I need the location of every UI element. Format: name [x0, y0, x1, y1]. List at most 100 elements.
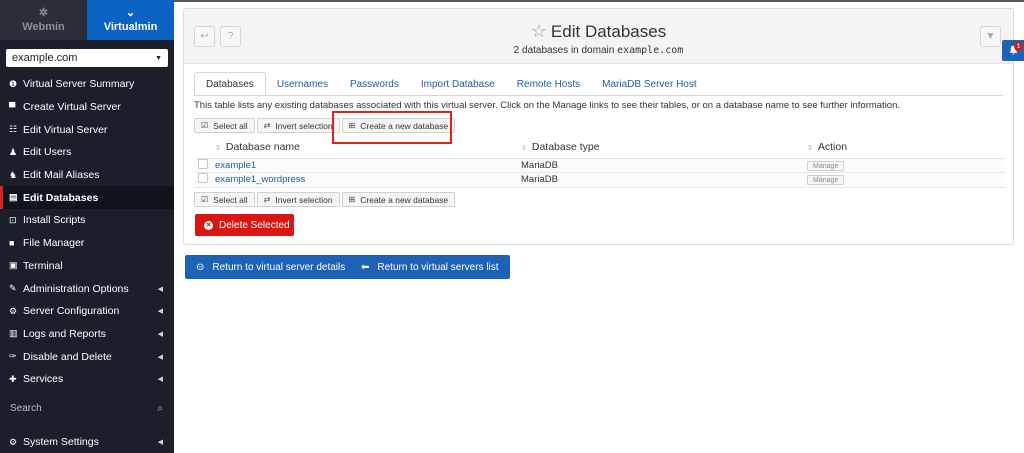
select-all-button[interactable]: ☑ Select all [194, 118, 255, 133]
search-placeholder: Search [10, 402, 42, 414]
select-all-button[interactable]: ☑ Select all [194, 192, 255, 207]
virtualmin-chevron-icon: ⌄ [125, 7, 136, 19]
sidebar-item-label: Logs and Reports [23, 327, 106, 340]
sidebar: ✲ Webmin ⌄ Virtualmin example.com ▼ ❶ Vir… [0, 0, 174, 453]
sidebar-item-edit-mail-aliases[interactable]: ♞ Edit Mail Aliases [0, 164, 174, 187]
caret-left-icon: ◀ [157, 285, 163, 293]
plug-icon: ✑ [9, 351, 17, 362]
terminal-icon: ▣ [9, 260, 18, 271]
column-header-label: Database name [225, 141, 301, 154]
return-server-label: Return to virtual server details [212, 261, 346, 273]
sidebar-item-label: Edit Databases [23, 191, 99, 204]
caret-left-icon: ◀ [157, 308, 163, 316]
sliders-icon: ☷ [9, 124, 18, 135]
check-square-icon: ☑ [201, 195, 209, 204]
sort-icon: ⇕ [521, 145, 527, 153]
invert-selection-label: Invert selection [275, 120, 333, 131]
tab-virtualmin[interactable]: ⌄ Virtualmin [87, 0, 174, 40]
sidebar-item-install-scripts[interactable]: ⊡ Install Scripts [0, 209, 174, 232]
tab-databases[interactable]: Databases [194, 72, 266, 96]
sidebar-item-label: Server Configuration [23, 305, 120, 318]
select-all-label: Select all [213, 120, 248, 131]
cogs-icon: ⚙ [9, 305, 18, 316]
panel-header: ↩ ? ▼ ☆ Edit Databases 2 databases in dom… [184, 9, 1013, 64]
caret-left-icon: ◀ [157, 353, 163, 361]
return-to-server-details-button[interactable]: ⊝ Return to virtual server details [185, 255, 357, 279]
sidebar-item-edit-virtual-server[interactable]: ☷ Edit Virtual Server [0, 118, 174, 141]
caret-left-icon: ◀ [157, 330, 163, 338]
manage-button[interactable]: Manage [807, 160, 845, 171]
delete-selected-label: Delete Selected [219, 219, 290, 231]
highlight-box [332, 111, 452, 144]
search-icon[interactable]: ⌕ [157, 403, 163, 414]
database-name-link[interactable]: example1 [215, 160, 256, 171]
sidebar-item-label: Terminal [23, 259, 63, 272]
tab-virtualmin-label: Virtualmin [103, 21, 158, 33]
invert-selection-button[interactable]: ⇄ Invert selection [256, 118, 340, 133]
sidebar-item-label: Virtual Server Summary [23, 78, 135, 91]
domain-select-value: example.com [12, 52, 78, 64]
row-checkbox[interactable] [198, 173, 208, 184]
tab-import-database[interactable]: Import Database [410, 72, 506, 96]
sidebar-item-virtual-server-summary[interactable]: ❶ Virtual Server Summary [0, 73, 174, 96]
sidebar-item-label: Administration Options [23, 282, 129, 295]
sidebar-menu: ❶ Virtual Server Summary ▀ Create Virtual S… [0, 73, 174, 391]
top-border [174, 0, 1024, 2]
cubes-icon: ✚ [9, 373, 17, 384]
tab-passwords[interactable]: Passwords [339, 72, 410, 96]
tab-webmin[interactable]: ✲ Webmin [0, 0, 87, 40]
sidebar-item-label: File Manager [23, 237, 85, 250]
create-database-label: Create a new database [360, 194, 449, 205]
star-icon[interactable]: ☆ [531, 21, 547, 41]
row-checkbox[interactable] [198, 158, 208, 169]
gear-icon: ⚙ [9, 436, 18, 447]
caret-down-icon: ▼ [155, 54, 162, 62]
sidebar-item-server-configuration[interactable]: ⚙ Server Configuration ◀ [0, 300, 174, 323]
arrow-left-icon: ⬅ [361, 261, 370, 273]
caret-left-icon: ◀ [157, 376, 163, 384]
tab-bar: Databases Usernames Passwords Import Databa… [194, 72, 708, 96]
subtitle-text: 2 databases in domain [513, 45, 618, 56]
sort-icon: ⇕ [807, 145, 813, 153]
invert-selection-button[interactable]: ⇄ Invert selection [256, 192, 340, 207]
tab-mariadb-server-host[interactable]: MariaDB Server Host [591, 72, 707, 96]
database-name-link[interactable]: example1_wordpress [215, 174, 305, 185]
tab-usernames[interactable]: Usernames [266, 72, 339, 96]
delete-selected-button[interactable]: ✕ Delete Selected [195, 214, 294, 236]
domain-select[interactable]: example.com ▼ [6, 49, 168, 67]
sidebar-search[interactable]: Search ⌕ [0, 399, 174, 417]
table-header-row: ⇕ Database name ⇕ Database type ⇕ Action [195, 137, 1005, 159]
sidebar-item-disable-and-delete[interactable]: ✑ Disable and Delete ◀ [0, 345, 174, 368]
sidebar-item-edit-databases[interactable]: ▤ Edit Databases [0, 186, 174, 210]
sidebar-item-label: Install Scripts [23, 214, 86, 227]
column-header-type[interactable]: ⇕ Database type [521, 137, 807, 159]
sidebar-item-file-manager[interactable]: ■ File Manager [0, 232, 174, 255]
plus-square-icon: ⊞ [348, 195, 356, 204]
wrench-icon: ✎ [9, 283, 17, 294]
sidebar-item-edit-users[interactable]: ♟ Edit Users [0, 141, 174, 164]
create-database-button[interactable]: ⊞ Create a new database [341, 192, 456, 207]
caret-left-icon: ◀ [157, 439, 163, 447]
tab-webmin-label: Webmin [22, 21, 65, 33]
sidebar-item-terminal[interactable]: ▣ Terminal [0, 255, 174, 278]
users-icon: ♟ [9, 146, 18, 157]
sidebar-item-label: Edit Mail Aliases [23, 169, 100, 182]
edit-databases-panel: ↩ ? ▼ ☆ Edit Databases 2 databases in dom… [183, 8, 1014, 245]
manage-button[interactable]: Manage [807, 175, 845, 186]
return-to-servers-list-button[interactable]: ⬅ Return to virtual servers list [350, 255, 510, 279]
sidebar-item-administration-options[interactable]: ✎ Administration Options ◀ [0, 277, 174, 300]
sidebar-item-create-virtual-server[interactable]: ▀ Create Virtual Server [0, 96, 174, 119]
column-header-label: Database type [531, 141, 600, 154]
table-row: example1_wordpress MariaDB Manage [195, 172, 1005, 188]
bottom-button-row: ☑ Select all ⇄ Invert selection ⊞ Create a … [194, 192, 456, 207]
sort-icon: ⇕ [215, 145, 221, 153]
column-header-action[interactable]: ⇕ Action [807, 137, 1005, 159]
sidebar-item-logs-and-reports[interactable]: ▥ Logs and Reports ◀ [0, 323, 174, 346]
page-title: ☆ Edit Databases [184, 21, 1013, 42]
info-circle-icon: ❶ [9, 78, 18, 89]
page-subtitle: 2 databases in domain example.com [184, 45, 1013, 56]
file-chart-icon: ▥ [9, 328, 18, 339]
tab-remote-hosts[interactable]: Remote Hosts [506, 72, 591, 96]
sidebar-item-services[interactable]: ✚ Services ◀ [0, 368, 174, 391]
sidebar-item-system-settings[interactable]: ⚙ System Settings ◀ [0, 431, 174, 453]
